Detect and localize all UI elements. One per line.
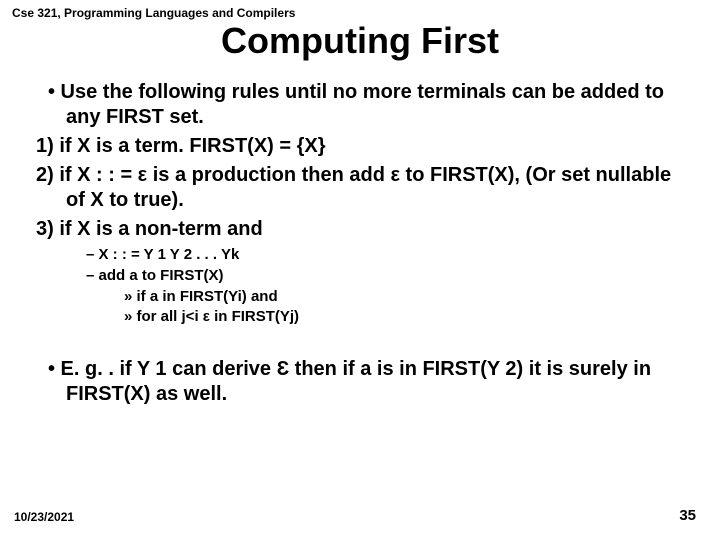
slide-title: Computing First bbox=[0, 20, 720, 62]
spacer bbox=[30, 329, 690, 357]
bullet-intro: • Use the following rules until no more … bbox=[30, 80, 690, 130]
subsub-bullet-cond2: » for all j<i ε in FIRST(Yj) bbox=[30, 308, 690, 327]
course-header: Cse 321, Programming Languages and Compi… bbox=[12, 6, 295, 20]
sub-bullet-production: – X : : = Y 1 Y 2 . . . Yk bbox=[30, 246, 690, 265]
bullet-rule-2: 2) if X : : = ε is a production then add… bbox=[30, 163, 690, 213]
subsub-bullet-cond1: » if a in FIRST(Yi) and bbox=[30, 288, 690, 307]
bullet-rule-3: 3) if X is a non-term and bbox=[30, 217, 690, 242]
bullet-example: • E. g. . if Y 1 can derive Ɛ then if a … bbox=[30, 357, 690, 407]
bullet-rule-1: 1) if X is a term. FIRST(X) = {X} bbox=[30, 134, 690, 159]
page-number: 35 bbox=[679, 507, 696, 524]
footer-date: 10/23/2021 bbox=[14, 510, 74, 524]
slide-body: • Use the following rules until no more … bbox=[30, 80, 690, 411]
slide: Cse 321, Programming Languages and Compi… bbox=[0, 0, 720, 540]
sub-bullet-add-a: – add a to FIRST(X) bbox=[30, 267, 690, 286]
